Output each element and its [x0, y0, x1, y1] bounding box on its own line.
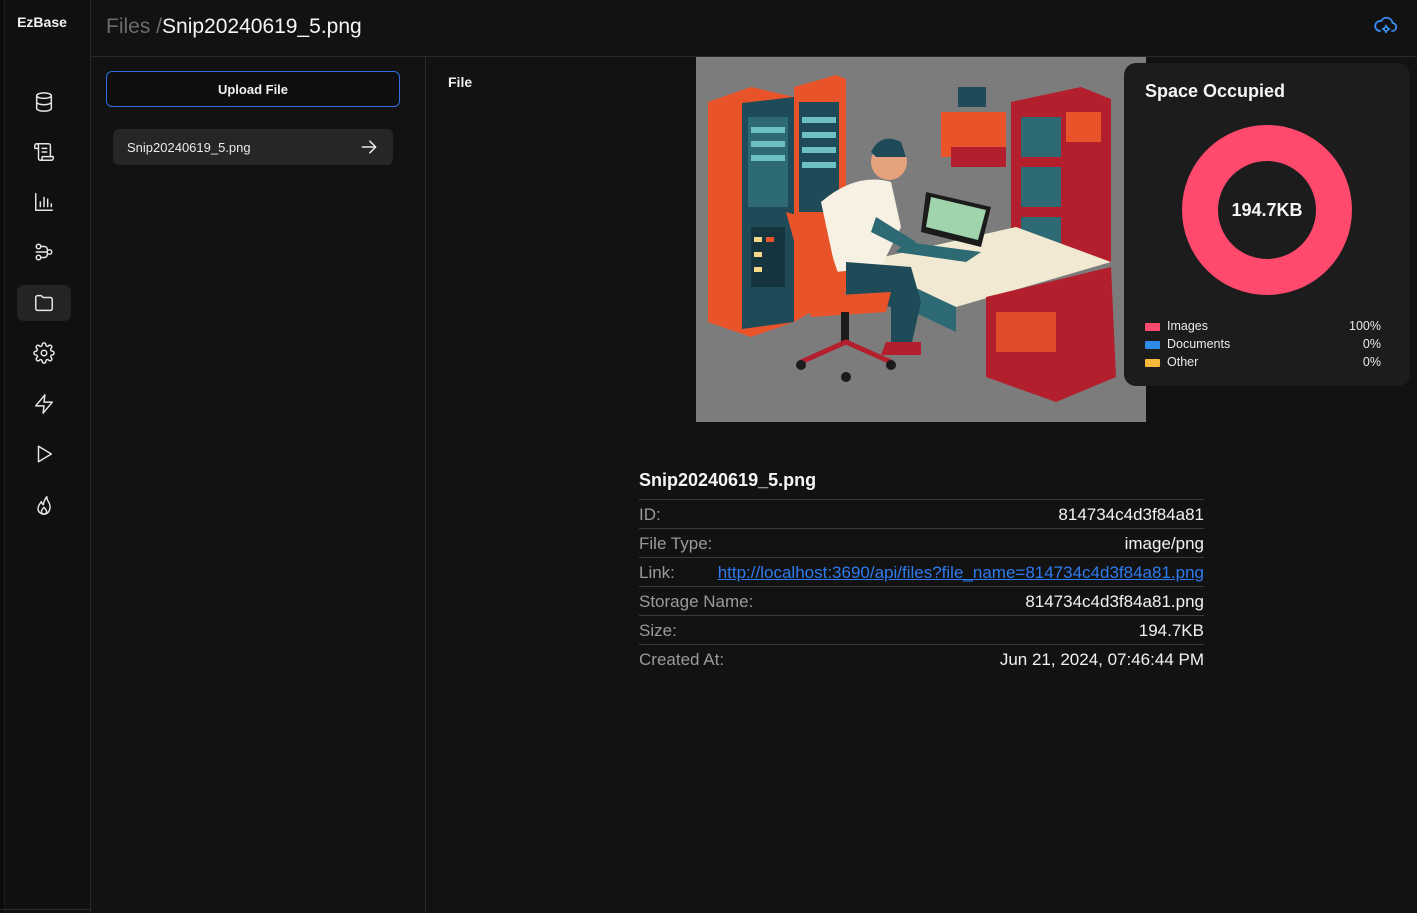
detail-value-id: 814734c4d3f84a81: [1058, 505, 1204, 524]
file-name: Snip20240619_5.png: [127, 139, 251, 155]
detail-value-size: 194.7KB: [1138, 621, 1204, 640]
legend-swatch-documents: [1145, 341, 1160, 349]
sidebar-item-database[interactable]: [17, 84, 71, 120]
sidebar: EzBase: [0, 0, 91, 913]
database-icon: [35, 92, 53, 112]
legend-row-other: Other 0%: [1145, 355, 1381, 373]
detail-row-id: ID: 814734c4d3f84a81: [639, 500, 1204, 529]
sidebar-item-hot[interactable]: [17, 487, 71, 523]
legend-swatch-images: [1145, 323, 1160, 331]
legend-label: Images: [1167, 319, 1208, 333]
detail-key: Link:: [639, 563, 675, 582]
sidebar-item-run[interactable]: [17, 436, 71, 472]
sidebar-item-files[interactable]: [17, 285, 71, 321]
detail-row-created: Created At: Jun 21, 2024, 07:46:44 PM: [639, 645, 1204, 674]
cloud-settings-button[interactable]: [1373, 13, 1398, 37]
sidebar-item-functions[interactable]: [17, 386, 71, 422]
detail-key: Storage Name:: [639, 592, 754, 611]
bar-chart-icon: [35, 193, 53, 211]
flame-icon: [37, 496, 51, 515]
file-link[interactable]: http://localhost:3690/api/files?file_nam…: [718, 558, 1204, 587]
header: Files /Snip20240619_5.png: [91, 0, 1417, 57]
detail-key: File Type:: [639, 534, 713, 553]
detail-row-link: Link: http://localhost:3690/api/files?fi…: [639, 558, 1204, 587]
legend-swatch-other: [1145, 359, 1160, 367]
space-title: Space Occupied: [1145, 81, 1286, 101]
detail-key: Size:: [639, 621, 677, 640]
files-panel: Upload File Snip20240619_5.png: [91, 57, 426, 913]
legend-label: Other: [1167, 355, 1199, 369]
breadcrumb-current: Snip20240619_5.png: [162, 15, 362, 38]
sidebar-edge: [0, 0, 5, 913]
sidebar-divider: [0, 909, 90, 913]
scroll-icon: [34, 143, 54, 161]
bolt-icon: [35, 394, 53, 414]
detail-row-size: Size: 194.7KB: [639, 616, 1204, 645]
legend-pct: 0%: [1362, 355, 1381, 369]
play-icon: [37, 445, 53, 463]
sidebar-item-analytics[interactable]: [17, 184, 71, 220]
file-preview-image: [696, 57, 1146, 422]
detail-value-created: Jun 21, 2024, 07:46:44 PM: [999, 650, 1204, 669]
breadcrumb-root[interactable]: Files /: [106, 15, 162, 38]
preview-illustration: [696, 57, 1146, 422]
file-list-item[interactable]: Snip20240619_5.png: [113, 129, 393, 165]
sidebar-item-logs[interactable]: [17, 134, 71, 170]
space-legend: Images 100% Documents 0% Other 0%: [1145, 319, 1381, 373]
detail-value-type: image/png: [1124, 534, 1204, 553]
sidebar-item-workflows[interactable]: [17, 234, 71, 270]
section-label: File: [448, 74, 473, 90]
legend-pct: 100%: [1349, 319, 1381, 333]
legend-row-images: Images 100%: [1145, 319, 1381, 337]
file-details-title: Snip20240619_5.png: [639, 467, 1204, 500]
detail-key: ID:: [639, 505, 661, 524]
workflow-icon: [35, 243, 53, 261]
legend-pct: 0%: [1362, 337, 1381, 351]
arrow-right-icon[interactable]: [359, 137, 379, 157]
folder-icon: [35, 294, 53, 312]
space-occupied-card: Space Occupied 194.7KB Images 100% Docum…: [1124, 63, 1410, 386]
legend-row-documents: Documents 0%: [1145, 337, 1381, 355]
detail-row-storage: Storage Name: 814734c4d3f84a81.png: [639, 587, 1204, 616]
breadcrumb: Files /Snip20240619_5.png: [106, 15, 362, 39]
gear-icon: [33, 342, 55, 364]
cloud-gear-icon: [1374, 16, 1398, 34]
detail-row-type: File Type: image/png: [639, 529, 1204, 558]
detail-key: Created At:: [639, 650, 725, 669]
space-total: 194.7KB: [1231, 199, 1303, 220]
legend-label: Documents: [1167, 337, 1231, 351]
app-logo[interactable]: EzBase: [0, 14, 84, 30]
detail-value-storage: 814734c4d3f84a81.png: [1025, 592, 1204, 611]
sidebar-item-settings[interactable]: [17, 335, 71, 371]
upload-file-button[interactable]: Upload File: [106, 71, 400, 107]
file-details: Snip20240619_5.png ID: 814734c4d3f84a81 …: [639, 467, 1204, 674]
